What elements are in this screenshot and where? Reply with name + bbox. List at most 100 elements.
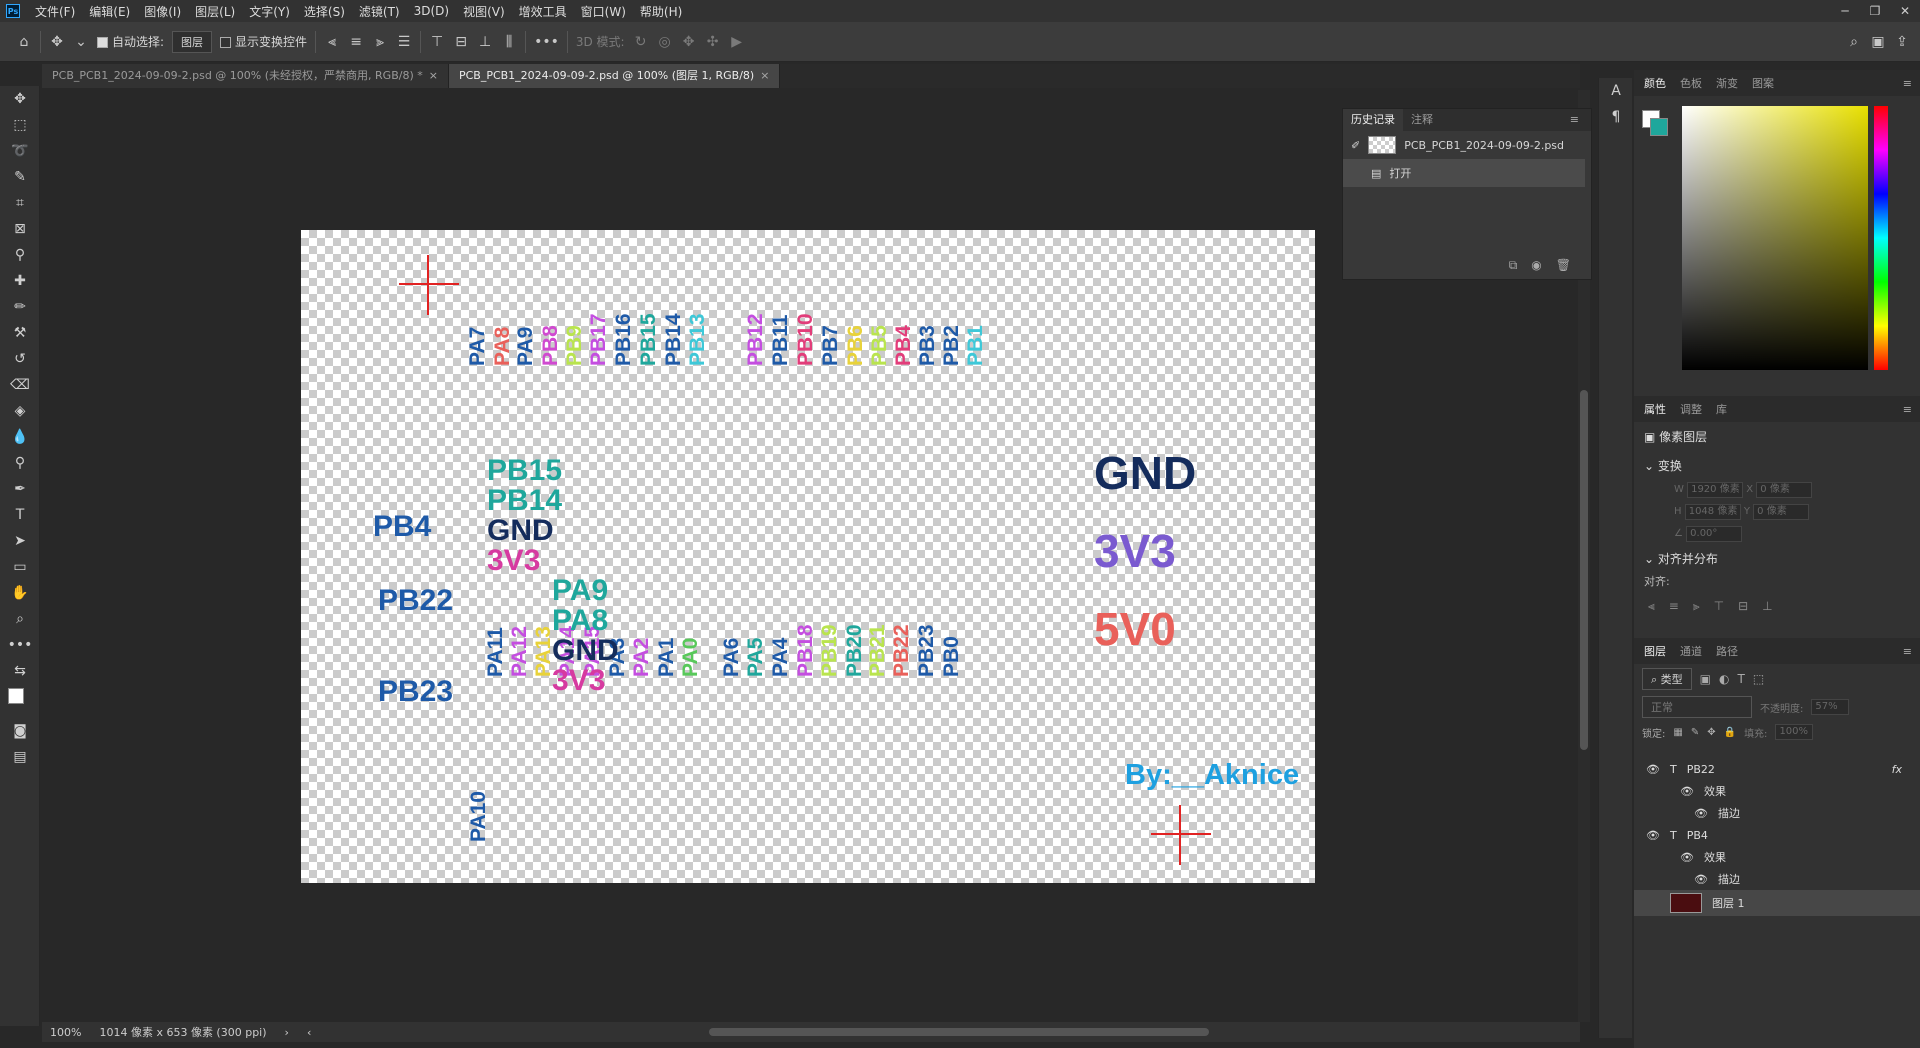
filter-shape-icon[interactable]: ⬚ xyxy=(1753,672,1764,686)
quick-select-tool-icon[interactable]: ✎ xyxy=(0,164,40,190)
x-input[interactable]: 0 像素 xyxy=(1756,482,1813,498)
menu-type[interactable]: 文字(Y) xyxy=(242,3,297,20)
color-swatches[interactable] xyxy=(0,684,39,718)
align-top-icon[interactable]: ⊤ xyxy=(429,34,445,50)
history-snapshot[interactable]: ✐ PCB_PCB1_2024-09-09-2.psd xyxy=(1343,131,1591,159)
layer-row-pb22[interactable]: 👁 T PB22 fx xyxy=(1634,758,1920,780)
pen-tool-icon[interactable]: ✒ xyxy=(0,476,40,502)
workspace-icon[interactable]: ▣ xyxy=(1870,34,1886,50)
tab-paths[interactable]: 路径 xyxy=(1716,643,1738,659)
tab-properties[interactable]: 属性 xyxy=(1644,401,1666,417)
3d-roll-icon[interactable]: ◎ xyxy=(657,34,673,50)
tab-channels[interactable]: 通道 xyxy=(1680,643,1702,659)
tab-libraries[interactable]: 库 xyxy=(1716,401,1727,417)
align-left-icon[interactable]: ⫷ xyxy=(1648,599,1655,614)
eye-icon[interactable]: 👁 xyxy=(1646,829,1660,842)
swap-colors-icon[interactable]: ⇆ xyxy=(0,658,40,684)
y-input[interactable]: 0 像素 xyxy=(1753,504,1810,520)
type-tool-icon[interactable]: T xyxy=(0,502,40,528)
menu-plugins[interactable]: 增效工具 xyxy=(512,3,574,20)
eye-icon[interactable]: 👁 xyxy=(1694,807,1708,820)
crop-tool-icon[interactable]: ⌗ xyxy=(0,190,40,216)
screen-mode-icon[interactable]: ▤ xyxy=(0,744,40,770)
blur-tool-icon[interactable]: 💧 xyxy=(0,424,40,450)
clone-stamp-icon[interactable]: ⚒ xyxy=(0,320,40,346)
filter-adjustment-icon[interactable]: ◐ xyxy=(1719,672,1729,686)
close-icon[interactable]: × xyxy=(760,69,769,82)
align-center-icon[interactable]: ≡ xyxy=(1669,599,1679,614)
document-canvas[interactable]: PA7 PA8 PA9 PB8 PB9 PB17 PB16 PB15 PB14 PB13 PB12 P… xyxy=(301,230,1315,883)
marquee-tool-icon[interactable]: ⬚ xyxy=(0,112,40,138)
menu-window[interactable]: 窗口(W) xyxy=(574,3,633,20)
align-section-header[interactable]: ⌄ 对齐并分布 xyxy=(1634,544,1920,573)
history-brush-icon[interactable]: ↺ xyxy=(0,346,40,372)
tab-patterns[interactable]: 图案 xyxy=(1752,75,1774,91)
paragraph-panel-icon[interactable]: ¶ xyxy=(1599,104,1633,130)
transform-section-header[interactable]: ⌄ 变换 xyxy=(1634,451,1920,480)
height-input[interactable]: 1048 像素 xyxy=(1684,504,1741,520)
layer-stroke-row[interactable]: 👁 描边 xyxy=(1634,802,1920,824)
3d-orbit-icon[interactable]: ↻ xyxy=(633,34,649,50)
color-picker-field[interactable] xyxy=(1682,106,1868,370)
eraser-tool-icon[interactable]: ⌫ xyxy=(0,372,40,398)
show-transform-checkbox[interactable]: 显示变换控件 xyxy=(220,33,307,50)
opacity-input[interactable]: 57% xyxy=(1811,699,1850,715)
menu-view[interactable]: 视图(V) xyxy=(456,3,512,20)
restore-icon[interactable]: ❐ xyxy=(1860,0,1890,22)
lock-position-icon[interactable]: ✥ xyxy=(1707,727,1715,738)
panel-menu-icon[interactable]: ≡ xyxy=(1903,403,1912,416)
more-tools-icon[interactable]: ••• xyxy=(0,632,40,658)
home-icon[interactable]: ⌂ xyxy=(16,34,32,50)
trash-icon[interactable]: 🗑 xyxy=(1556,258,1571,273)
filter-pixel-icon[interactable]: ▣ xyxy=(1700,672,1711,686)
hand-tool-icon[interactable]: ✋ xyxy=(0,580,40,606)
align-middle-icon[interactable]: ⊟ xyxy=(453,34,469,50)
3d-slide-icon[interactable]: ✣ xyxy=(705,34,721,50)
eye-icon[interactable]: 👁 xyxy=(1680,851,1694,864)
panel-menu-icon[interactable]: ≡ xyxy=(1562,109,1587,131)
width-input[interactable]: 1920 像素 xyxy=(1687,482,1744,498)
filter-type-icon[interactable]: T xyxy=(1738,672,1745,686)
healing-brush-icon[interactable]: ✚ xyxy=(0,268,40,294)
menu-image[interactable]: 图像(I) xyxy=(137,3,188,20)
layer-effects-row[interactable]: 👁 效果 xyxy=(1634,780,1920,802)
tab-adjustments[interactable]: 调整 xyxy=(1680,401,1702,417)
zoom-tool-icon[interactable]: ⌕ xyxy=(0,606,40,632)
angle-input[interactable]: 0.00° xyxy=(1686,526,1743,542)
frame-tool-icon[interactable]: ⊠ xyxy=(0,216,40,242)
dodge-tool-icon[interactable]: ⚲ xyxy=(0,450,40,476)
chevron-down-icon[interactable]: ⌄ xyxy=(73,34,89,50)
lasso-tool-icon[interactable]: ➰ xyxy=(0,138,40,164)
character-panel-icon[interactable]: A xyxy=(1599,78,1633,104)
panel-menu-icon[interactable]: ≡ xyxy=(1903,77,1912,90)
quick-mask-icon[interactable]: ◙ xyxy=(0,718,40,744)
close-icon[interactable]: ✕ xyxy=(1890,0,1920,22)
menu-help[interactable]: 帮助(H) xyxy=(633,3,689,20)
tab-swatches[interactable]: 色板 xyxy=(1680,75,1702,91)
menu-filter[interactable]: 滤镜(T) xyxy=(352,3,407,20)
minimize-icon[interactable]: ─ xyxy=(1830,0,1860,22)
new-document-icon[interactable]: ⧉ xyxy=(1509,258,1518,273)
layer-row-image[interactable]: 图层 1 xyxy=(1634,890,1920,916)
distribute-icon[interactable]: ☰ xyxy=(396,34,412,50)
layer-stroke-row[interactable]: 👁 描边 xyxy=(1634,868,1920,890)
close-icon[interactable]: × xyxy=(429,69,438,82)
hue-slider[interactable] xyxy=(1874,106,1888,370)
checkbox-checked-icon[interactable] xyxy=(97,37,108,48)
panel-menu-icon[interactable]: ≡ xyxy=(1903,645,1912,658)
align-bottom-icon[interactable]: ⊥ xyxy=(477,34,493,50)
lock-all-icon[interactable]: 🔒 xyxy=(1724,727,1736,738)
menu-select[interactable]: 选择(S) xyxy=(297,3,352,20)
fill-input[interactable]: 100% xyxy=(1775,724,1814,740)
tab-layers[interactable]: 图层 xyxy=(1644,643,1666,659)
horizontal-scrollbar[interactable] xyxy=(329,1028,1566,1036)
align-middle-icon[interactable]: ⊟ xyxy=(1738,599,1748,614)
foreground-color[interactable] xyxy=(8,688,24,704)
lock-paint-icon[interactable]: ✎ xyxy=(1691,727,1699,738)
3d-pan-icon[interactable]: ✥ xyxy=(681,34,697,50)
align-right-icon[interactable]: ⫸ xyxy=(1693,599,1700,614)
rectangle-tool-icon[interactable]: ▭ xyxy=(0,554,40,580)
distribute-vertical-icon[interactable]: ⫼ xyxy=(501,34,517,50)
tab-color[interactable]: 颜色 xyxy=(1644,75,1666,91)
align-left-icon[interactable]: ⫷ xyxy=(324,34,340,50)
